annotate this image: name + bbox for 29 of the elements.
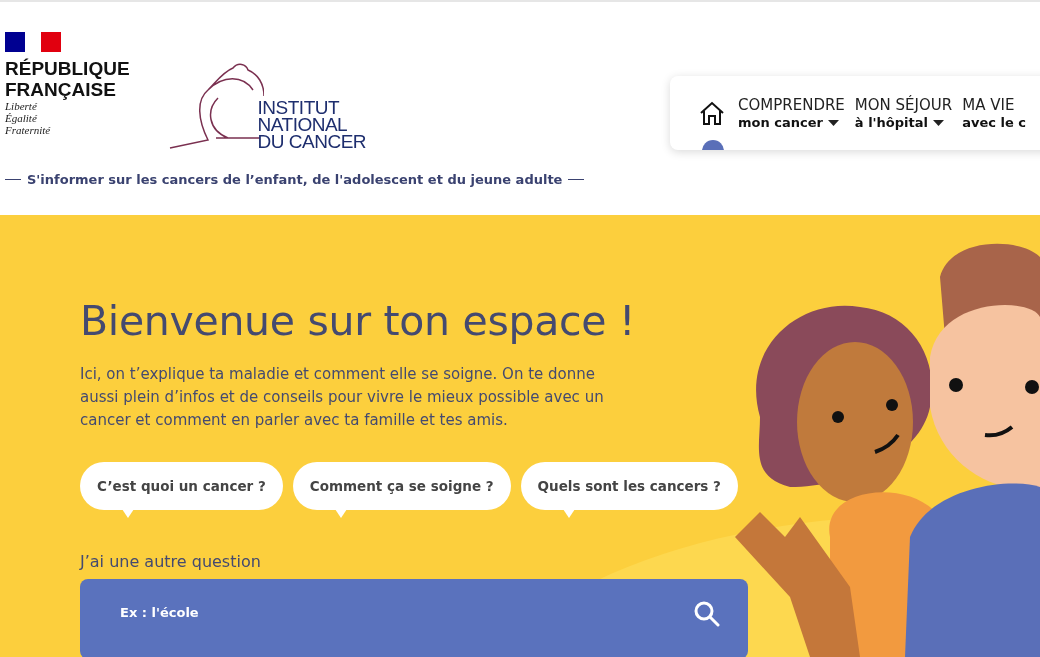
nav-sublink[interactable]: à l'hôpital (854, 114, 928, 132)
bubble-tail (334, 509, 347, 518)
logo-text: INSTITUT (257, 99, 341, 116)
motto-text: Fraternité (5, 124, 52, 136)
tagline: S'informer sur les cancers de l’enfant, de l'adolescent et du jeune adulte (27, 172, 563, 187)
question-bubble[interactable]: C’est quoi un cancer ? (80, 462, 283, 510)
flag-icon (5, 32, 61, 52)
intro-paragraph: Ici, on t’explique ta maladie et comment elle se soigne. On te donne aussi plein d’infos et de conseils pour vivre le mieux possible avec un cancer et comment en parler avec ta famille et tes amis. (80, 364, 605, 431)
nav-sublink[interactable]: avec le c (962, 114, 1027, 132)
search-field[interactable]: Ex : l'école (120, 601, 694, 624)
bubble-tail (122, 509, 134, 518)
bubble-tail (562, 509, 575, 518)
question-bubble[interactable]: Comment ça se soigne ? (292, 462, 511, 510)
logo-text: FRANÇAISE (5, 79, 117, 100)
republique-francaise-logo[interactable]: RÉPUBLIQUE FRANÇAISE Liberté Égalité Fraternité (5, 32, 130, 136)
motto-text: Égalité (5, 112, 38, 124)
logo-text: DU CANCER (257, 133, 367, 150)
hero-title: Bienvenue sur ton espace ! (80, 297, 637, 345)
motto-text: Liberté (5, 100, 38, 112)
search-label: J’ai une autre question (80, 552, 262, 571)
nav-link[interactable]: COMPRENDRE (738, 96, 845, 114)
question-bubble[interactable]: Quels sont les cancers ? (520, 462, 738, 510)
nav-link[interactable]: MA VIE (962, 96, 1027, 114)
home-icon[interactable] (698, 100, 726, 128)
search-icon[interactable] (694, 601, 720, 627)
nav-sublink[interactable]: mon cancer (738, 114, 823, 132)
nav-link[interactable]: MON SÉJOUR (854, 96, 953, 114)
logo-text: RÉPUBLIQUE (5, 58, 130, 79)
logo-text: NATIONAL (257, 116, 349, 133)
